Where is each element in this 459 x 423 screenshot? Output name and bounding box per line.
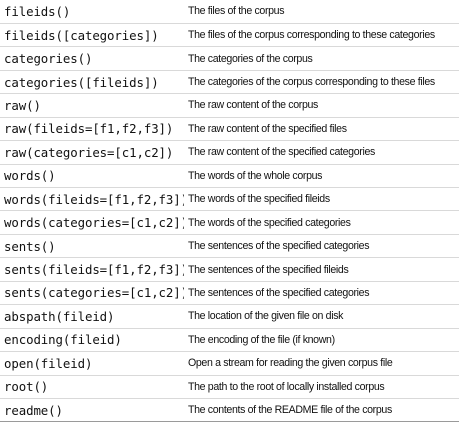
method-cell: categories() <box>0 46 184 71</box>
table-row: raw() The raw content of the corpus <box>0 93 459 118</box>
description-cell: The sentences of the specified categorie… <box>184 281 459 306</box>
method-cell: raw() <box>0 93 184 118</box>
table-row: fileids([categories]) The files of the c… <box>0 23 459 48</box>
table-row: root() The path to the root of locally i… <box>0 375 459 399</box>
description-cell: The words of the specified categories <box>184 210 459 235</box>
table-row: sents() The sentences of the specified c… <box>0 234 459 259</box>
description-cell: Open a stream for reading the given corp… <box>184 351 459 376</box>
method-cell: fileids([categories]) <box>0 23 184 48</box>
method-cell: words() <box>0 164 184 189</box>
method-cell: sents(categories=[c1,c2]) <box>0 281 184 306</box>
method-cell: fileids() <box>0 0 184 24</box>
table-row: abspath(fileid) The location of the give… <box>0 304 459 329</box>
method-cell: words(categories=[c1,c2]) <box>0 210 184 235</box>
table-row: raw(categories=[c1,c2]) The raw content … <box>0 140 459 165</box>
method-cell: open(fileid) <box>0 351 184 376</box>
method-cell: abspath(fileid) <box>0 304 184 329</box>
table-row: raw(fileids=[f1,f2,f3]) The raw content … <box>0 117 459 142</box>
table-row: fileids() The files of the corpus <box>0 0 459 24</box>
table-row: sents(fileids=[f1,f2,f3]) The sentences … <box>0 257 459 282</box>
method-cell: root() <box>0 375 184 399</box>
method-cell: words(fileids=[f1,f2,f3]) <box>0 187 184 212</box>
description-cell: The files of the corpus <box>184 0 459 24</box>
description-cell: The sentences of the specified fileids <box>184 257 459 282</box>
corpus-methods-table-body: fileids() The files of the corpus fileid… <box>0 0 459 423</box>
method-cell: sents(fileids=[f1,f2,f3]) <box>0 257 184 282</box>
method-cell: categories([fileids]) <box>0 70 184 95</box>
description-cell: The files of the corpus corresponding to… <box>184 23 459 48</box>
description-cell: The raw content of the corpus <box>184 93 459 118</box>
method-cell: raw(fileids=[f1,f2,f3]) <box>0 117 184 142</box>
table-row: words(fileids=[f1,f2,f3]) The words of t… <box>0 187 459 212</box>
table-row: categories() The categories of the corpu… <box>0 46 459 71</box>
table-row: words() The words of the whole corpus <box>0 164 459 189</box>
table-row: categories([fileids]) The categories of … <box>0 70 459 95</box>
method-cell: sents() <box>0 234 184 259</box>
description-cell: The sentences of the specified categorie… <box>184 234 459 259</box>
description-cell: The words of the specified fileids <box>184 187 459 212</box>
description-cell: The categories of the corpus correspondi… <box>184 70 459 95</box>
description-cell: The raw content of the specified categor… <box>184 140 459 165</box>
method-cell: encoding(fileid) <box>0 328 184 353</box>
table-row: open(fileid) Open a stream for reading t… <box>0 351 459 376</box>
description-cell: The path to the root of locally installe… <box>184 375 459 399</box>
description-cell: The categories of the corpus <box>184 46 459 71</box>
description-cell: The contents of the README file of the c… <box>184 398 459 423</box>
corpus-methods-table: fileids() The files of the corpus fileid… <box>0 0 459 423</box>
description-cell: The words of the whole corpus <box>184 164 459 189</box>
description-cell: The raw content of the specified files <box>184 117 459 142</box>
table-row: words(categories=[c1,c2]) The words of t… <box>0 210 459 235</box>
table-row: encoding(fileid) The encoding of the fil… <box>0 328 459 353</box>
method-cell: readme() <box>0 398 184 423</box>
description-cell: The location of the given file on disk <box>184 304 459 329</box>
table-row: readme() The contents of the README file… <box>0 398 459 423</box>
method-cell: raw(categories=[c1,c2]) <box>0 140 184 165</box>
description-cell: The encoding of the file (if known) <box>184 328 459 353</box>
table-row: sents(categories=[c1,c2]) The sentences … <box>0 281 459 306</box>
